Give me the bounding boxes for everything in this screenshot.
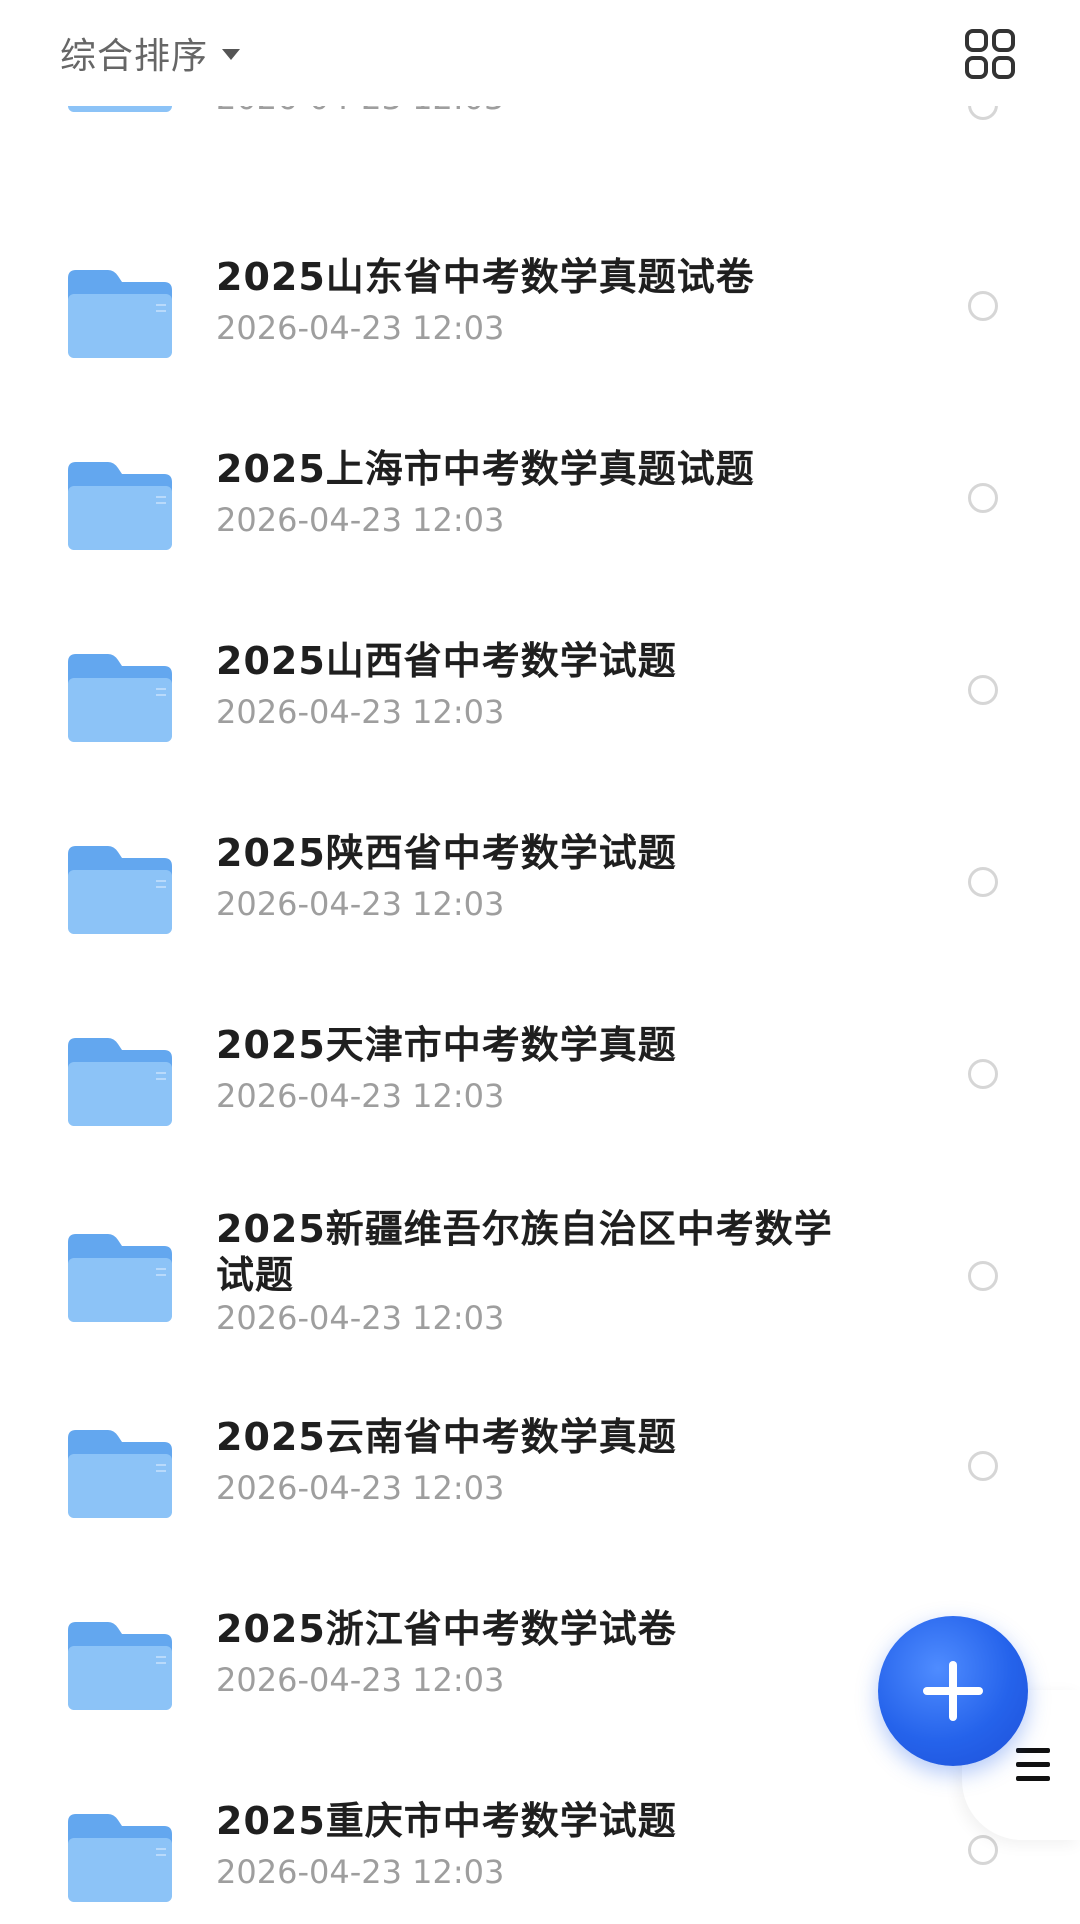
folder-name: 2025云南省中考数学真题 (216, 1415, 677, 1459)
folder-name: 2025新疆维吾尔族自治区中考数学试题 (216, 1207, 833, 1297)
select-checkbox[interactable] (968, 291, 998, 321)
select-checkbox[interactable] (968, 483, 998, 513)
folder-icon (68, 846, 172, 934)
folder-date: 2026-04-23 12:03 (216, 501, 505, 539)
folder-icon (68, 654, 172, 742)
folder-icon (68, 1038, 172, 1126)
folder-date: 2026-04-23 12:03 (216, 309, 505, 347)
folder-date: 2026-04-23 12:03 (216, 1853, 505, 1891)
toolbar: 综合排序 (0, 0, 1080, 106)
select-checkbox[interactable] (968, 867, 998, 897)
folder-icon (68, 1622, 172, 1710)
row-text: 2025重庆市中考数学试题 2026-04-23 12:03 (216, 1798, 856, 1892)
file-list-screen: 2026-04-23 12:03 2025山东省中考数学真题试卷 2026-04… (0, 0, 1080, 1924)
folder-name: 2025山东省中考数学真题试卷 (216, 255, 755, 299)
sort-label: 综合排序 (60, 36, 209, 77)
folder-name: 2025山西省中考数学试题 (216, 639, 677, 683)
select-checkbox[interactable] (968, 1059, 998, 1089)
folder-icon (68, 1814, 172, 1902)
folder-name: 2025重庆市中考数学试题 (216, 1799, 677, 1843)
folder-row[interactable]: 2025云南省中考数学真题 2026-04-23 12:03 (0, 1396, 1080, 1572)
folder-row[interactable]: 2025重庆市中考数学试题 2026-04-23 12:03 (0, 1780, 1080, 1924)
select-checkbox[interactable] (968, 675, 998, 705)
folder-date: 2026-04-23 12:03 (216, 1077, 505, 1115)
select-checkbox[interactable] (968, 1261, 998, 1291)
folder-name: 2025上海市中考数学真题试题 (216, 447, 755, 491)
folder-date: 2026-04-23 12:03 (216, 1661, 505, 1699)
row-text: 2025山东省中考数学真题试卷 2026-04-23 12:03 (216, 254, 856, 348)
folder-date: 2026-04-23 12:03 (216, 693, 505, 731)
folder-name: 2025陕西省中考数学试题 (216, 831, 677, 875)
row-text: 2025天津市中考数学真题 2026-04-23 12:03 (216, 1022, 856, 1116)
row-text: 2025上海市中考数学真题试题 2026-04-23 12:03 (216, 446, 856, 540)
caret-down-icon (222, 48, 241, 60)
sort-dropdown[interactable]: 综合排序 (60, 28, 241, 78)
folder-row[interactable]: 2025上海市中考数学真题试题 2026-04-23 12:03 (0, 428, 1080, 604)
folder-date: 2026-04-23 12:03 (216, 1299, 505, 1337)
folder-name: 2025天津市中考数学真题 (216, 1023, 677, 1067)
row-text: 2025云南省中考数学真题 2026-04-23 12:03 (216, 1414, 856, 1508)
folder-row[interactable]: 2025陕西省中考数学试题 2026-04-23 12:03 (0, 812, 1080, 988)
row-text: 2025新疆维吾尔族自治区中考数学试题 2026-04-23 12:03 (216, 1206, 866, 1338)
folder-name: 2025浙江省中考数学试卷 (216, 1607, 677, 1651)
folder-row[interactable]: 2025天津市中考数学真题 2026-04-23 12:03 (0, 1004, 1080, 1180)
folder-date: 2026-04-23 12:03 (216, 1469, 505, 1507)
folder-icon (68, 462, 172, 550)
select-checkbox[interactable] (968, 1835, 998, 1865)
folder-row[interactable]: 2025山西省中考数学试题 2026-04-23 12:03 (0, 620, 1080, 796)
folder-date: 2026-04-23 12:03 (216, 885, 505, 923)
row-text: 2025浙江省中考数学试卷 2026-04-23 12:03 (216, 1606, 856, 1700)
folder-icon (68, 270, 172, 358)
add-button[interactable] (878, 1616, 1028, 1766)
grid-view-icon[interactable] (964, 28, 1016, 80)
select-checkbox[interactable] (968, 1451, 998, 1481)
folder-icon (68, 1430, 172, 1518)
row-text: 2025山西省中考数学试题 2026-04-23 12:03 (216, 638, 856, 732)
row-text: 2025陕西省中考数学试题 2026-04-23 12:03 (216, 830, 856, 924)
folder-row[interactable]: 2025山东省中考数学真题试卷 2026-04-23 12:03 (0, 236, 1080, 412)
folder-row[interactable]: 2025新疆维吾尔族自治区中考数学试题 2026-04-23 12:03 (0, 1200, 1080, 1400)
folder-icon (68, 1234, 172, 1322)
